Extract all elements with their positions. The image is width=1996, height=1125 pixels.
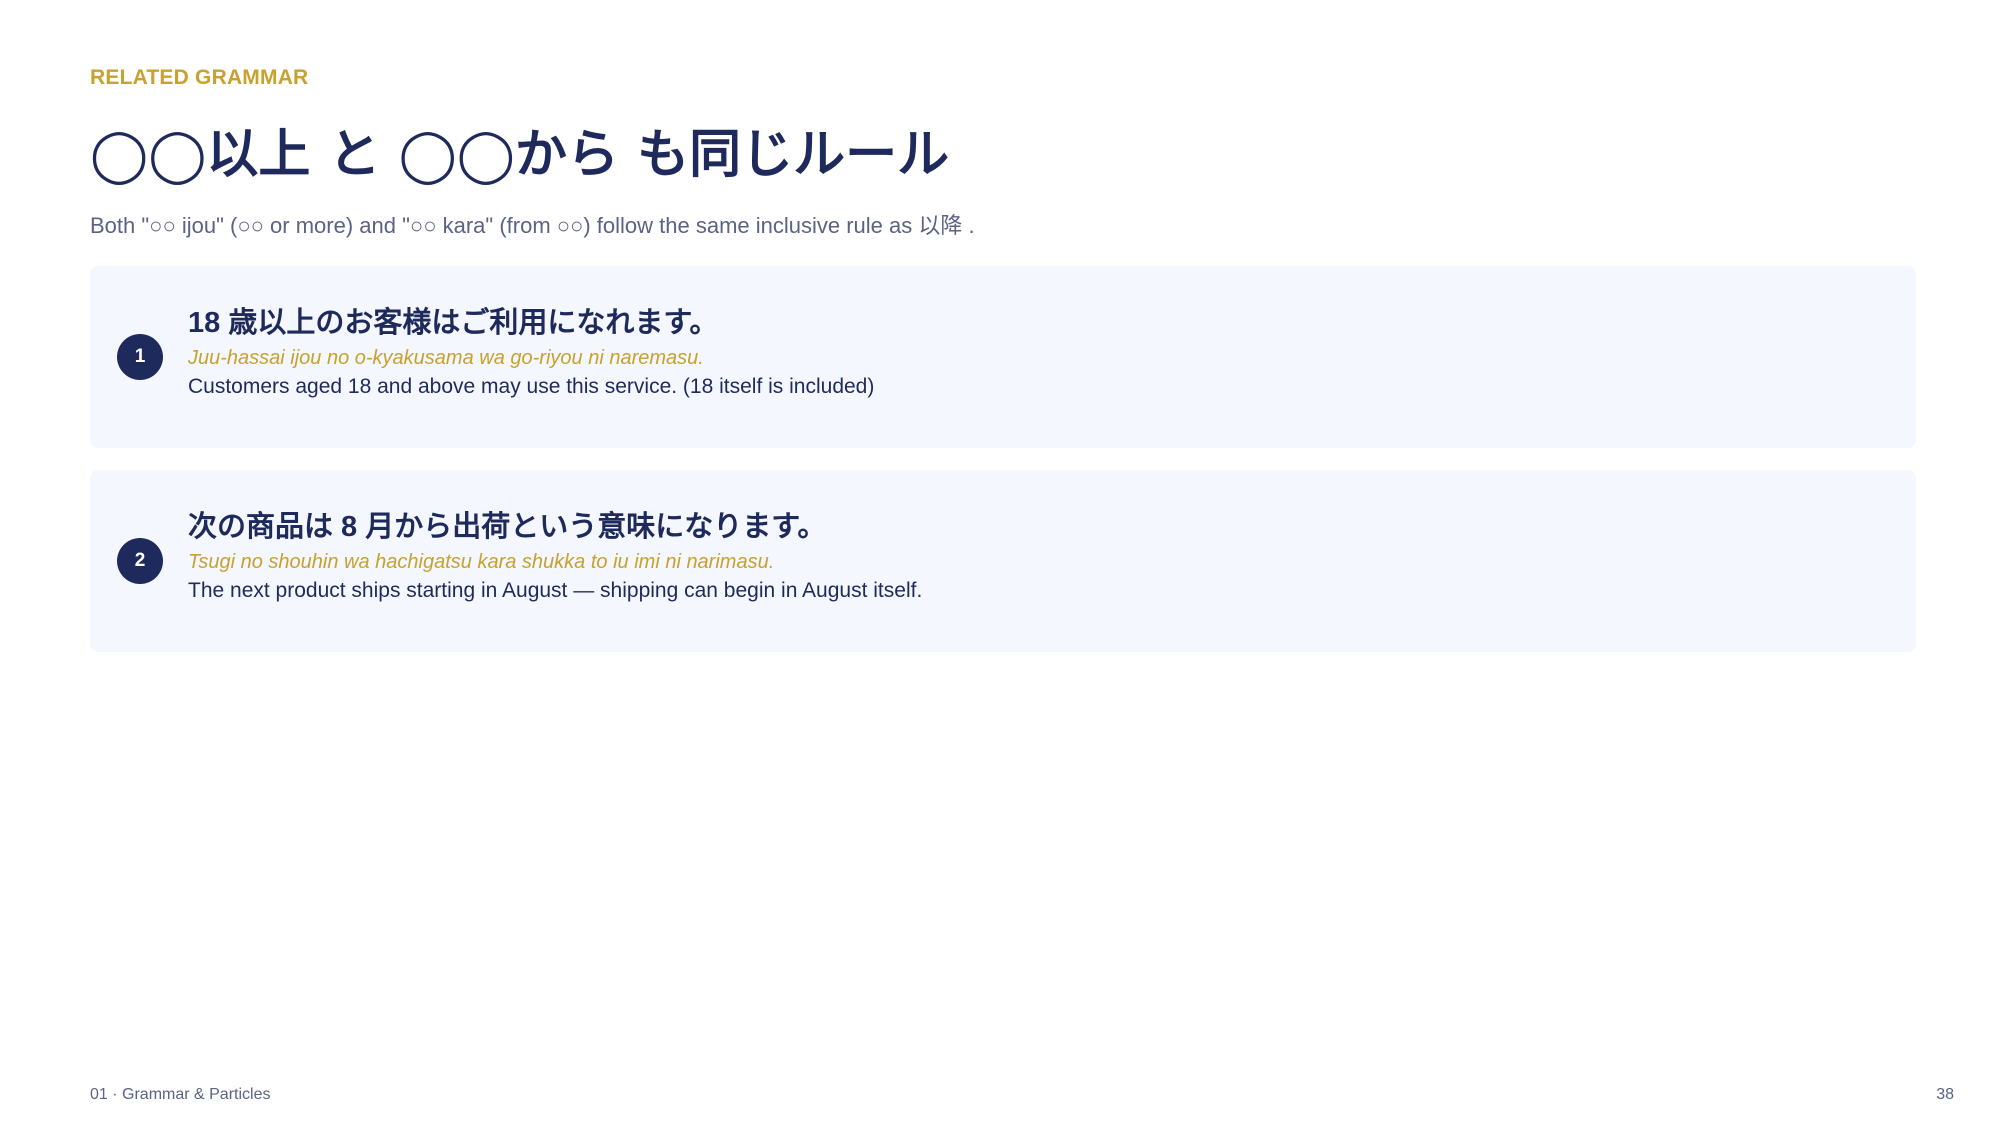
footer-section-label: 01 · Grammar & Particles — [90, 1086, 271, 1103]
page-title: ◯◯以上 と ◯◯から も同じルール — [90, 124, 950, 185]
page-subtitle: Both "○○ ijou" (○○ or more) and "○○ kara… — [90, 213, 975, 238]
example-content: 18 歳以上のお客様はご利用になれます。 Juu-hassai ijou no … — [188, 304, 1886, 402]
example-romaji: Juu-hassai ijou no o-kyakusama wa go-riy… — [188, 347, 704, 369]
example-number-badge: 2 — [117, 538, 163, 584]
page-number: 38 — [1936, 1086, 1954, 1103]
example-card: 1 18 歳以上のお客様はご利用になれます。 Juu-hassai ijou n… — [90, 266, 1916, 448]
example-content: 次の商品は 8 月から出荷という意味になります。 Tsugi no shouhi… — [188, 508, 1886, 606]
example-romaji: Tsugi no shouhin wa hachigatsu kara shuk… — [188, 551, 775, 573]
section-eyebrow: RELATED GRAMMAR — [90, 66, 309, 89]
example-japanese: 次の商品は 8 月から出荷という意味になります。 — [188, 511, 827, 543]
example-japanese: 18 歳以上のお客様はご利用になれます。 — [188, 307, 719, 339]
example-card: 2 次の商品は 8 月から出荷という意味になります。 Tsugi no shou… — [90, 470, 1916, 652]
example-translation: The next product ships starting in Augus… — [188, 579, 923, 602]
example-number-badge: 1 — [117, 334, 163, 380]
example-translation: Customers aged 18 and above may use this… — [188, 375, 875, 398]
